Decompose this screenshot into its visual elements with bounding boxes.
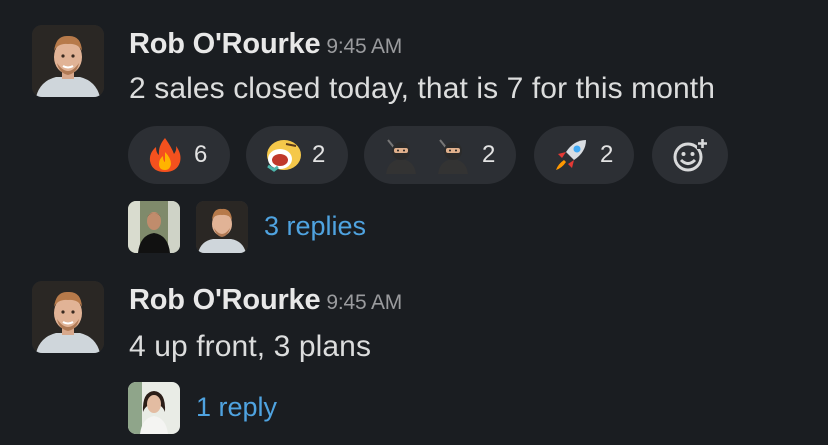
reaction-count: 2 bbox=[482, 141, 496, 168]
avatar bbox=[196, 201, 248, 253]
add-reaction-button[interactable] bbox=[652, 126, 728, 184]
timestamp[interactable]: 9:45 AM bbox=[326, 35, 402, 58]
avatar bbox=[128, 201, 180, 253]
reaction-fire[interactable]: 6 bbox=[128, 126, 230, 184]
replies-link[interactable]: 1 reply bbox=[196, 392, 277, 423]
reaction-screaming-face[interactable]: 2 bbox=[246, 126, 348, 184]
avatar[interactable] bbox=[32, 281, 104, 353]
avatar[interactable] bbox=[32, 25, 104, 97]
add-reaction-icon bbox=[671, 136, 709, 174]
author-name[interactable]: Rob O'Rourke 9:45 AM bbox=[129, 28, 402, 61]
ninja-icon bbox=[382, 136, 420, 174]
reaction-count: 2 bbox=[312, 141, 326, 168]
screaming-face-icon bbox=[264, 136, 302, 174]
rocket-icon bbox=[552, 136, 590, 174]
fire-icon bbox=[146, 136, 184, 174]
author-name[interactable]: Rob O'Rourke 9:45 AM bbox=[129, 284, 402, 317]
avatar bbox=[128, 382, 180, 434]
reaction-count: 6 bbox=[194, 141, 208, 168]
message-text: 4 up front, 3 plans bbox=[129, 330, 372, 363]
reaction-count: 2 bbox=[600, 141, 614, 168]
message-text: 2 sales closed today, that is 7 for this… bbox=[129, 72, 716, 105]
replies-link[interactable]: 3 replies bbox=[264, 211, 366, 242]
timestamp[interactable]: 9:45 AM bbox=[326, 291, 402, 314]
reaction-ninja[interactable]: 2 bbox=[364, 126, 516, 184]
author-label[interactable]: Rob O'Rourke bbox=[129, 28, 321, 60]
reaction-rocket[interactable]: 2 bbox=[534, 126, 634, 184]
author-label[interactable]: Rob O'Rourke bbox=[129, 284, 321, 316]
ninja-icon bbox=[434, 136, 472, 174]
